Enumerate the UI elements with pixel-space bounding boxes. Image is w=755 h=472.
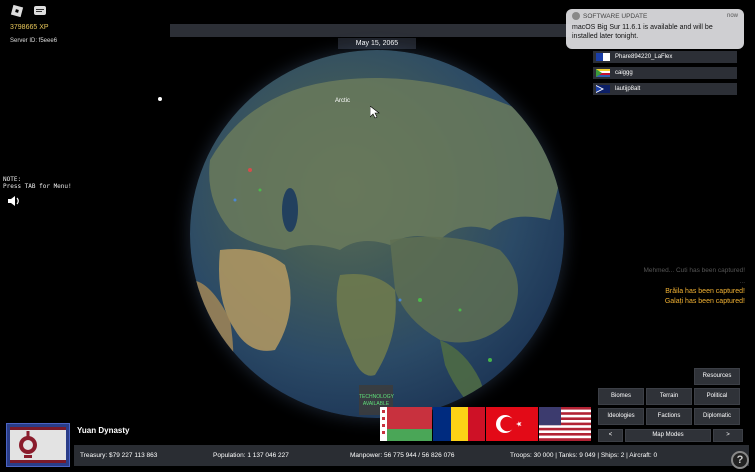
event-message-faint: ... bbox=[739, 278, 745, 285]
diplomatic-button[interactable]: Diplomatic bbox=[694, 408, 740, 425]
help-button[interactable]: ? bbox=[731, 451, 749, 469]
factions-button[interactable]: Factions bbox=[646, 408, 692, 425]
political-button[interactable]: Political bbox=[694, 388, 740, 405]
chat-icon[interactable] bbox=[33, 4, 47, 18]
player-row[interactable]: caiggg bbox=[593, 67, 737, 79]
note-text: Press TAB for Menu! bbox=[3, 183, 72, 190]
population-stat: Population: 1 137 046 227 bbox=[213, 452, 289, 459]
server-id: Server ID: f5eee6 bbox=[10, 38, 58, 44]
yuan-emblem-icon bbox=[10, 427, 66, 463]
flag-belarus-icon[interactable] bbox=[380, 407, 432, 441]
notification-body: macOS Big Sur 11.6.1 is available and wi… bbox=[572, 24, 713, 40]
flag-romania-icon[interactable] bbox=[433, 407, 485, 441]
flag-usa-icon[interactable] bbox=[539, 407, 591, 441]
nation-stats-bar: Treasury: $79 227 113 863 Population: 1 … bbox=[74, 445, 749, 466]
technology-label: TECHNOLOGY bbox=[359, 394, 395, 400]
nation-name: Yuan Dynasty bbox=[77, 426, 130, 435]
biomes-button[interactable]: Biomes bbox=[598, 388, 644, 405]
map-mode-next-button[interactable]: > bbox=[713, 429, 743, 442]
menu-note: NOTE: Press TAB for Menu! bbox=[3, 176, 72, 190]
terrain-button[interactable]: Terrain bbox=[646, 388, 692, 405]
mouse-cursor-icon bbox=[369, 105, 380, 124]
military-stats: Troops: 30 000 | Tanks: 9 049 | Ships: 2… bbox=[510, 452, 658, 459]
ideologies-button[interactable]: Ideologies bbox=[598, 408, 644, 425]
game-date: May 15, 2065 bbox=[338, 38, 416, 49]
capture-message: Brăila has been captured! bbox=[665, 288, 745, 295]
player-name: Phare894220_LaFlex bbox=[615, 54, 673, 60]
map-label-arctic: Arctic bbox=[335, 98, 350, 104]
treasury-stat: Treasury: $79 227 113 863 bbox=[80, 452, 158, 459]
player-name: caiggg bbox=[615, 70, 633, 76]
star bbox=[158, 97, 162, 101]
gear-icon bbox=[572, 12, 580, 20]
player-row[interactable]: lautijp8alt bbox=[593, 83, 737, 95]
player-name: lautijp8alt bbox=[615, 86, 641, 92]
nation-flag[interactable] bbox=[6, 423, 70, 467]
map-mode-prev-button[interactable]: < bbox=[598, 429, 623, 442]
player-row[interactable]: Phare894220_LaFlex bbox=[593, 51, 737, 63]
xp-counter: 3798665 XP bbox=[10, 24, 49, 31]
player-flag-icon bbox=[596, 53, 610, 61]
note-title: NOTE: bbox=[3, 176, 22, 183]
player-flag-icon bbox=[596, 85, 610, 93]
software-update-notification[interactable]: SOFTWARE UPDATE now macOS Big Sur 11.6.1… bbox=[566, 9, 744, 49]
resources-button[interactable]: Resources bbox=[694, 368, 740, 385]
speaker-icon[interactable] bbox=[7, 194, 21, 206]
event-message-faint: Mehmed... Cuti has been captured! bbox=[643, 267, 745, 274]
top-bar bbox=[170, 24, 600, 37]
map-modes-button[interactable]: Map Modes bbox=[625, 429, 711, 442]
notification-app: SOFTWARE UPDATE bbox=[583, 12, 648, 20]
capture-message: Galați has been captured! bbox=[664, 298, 745, 305]
flag-turkey-icon[interactable] bbox=[486, 407, 538, 441]
manpower-stat: Manpower: 56 775 944 / 56 826 076 bbox=[350, 452, 455, 459]
notification-time: now bbox=[726, 13, 738, 19]
player-flag-icon bbox=[596, 69, 610, 77]
roblox-logo-icon[interactable] bbox=[10, 4, 24, 18]
